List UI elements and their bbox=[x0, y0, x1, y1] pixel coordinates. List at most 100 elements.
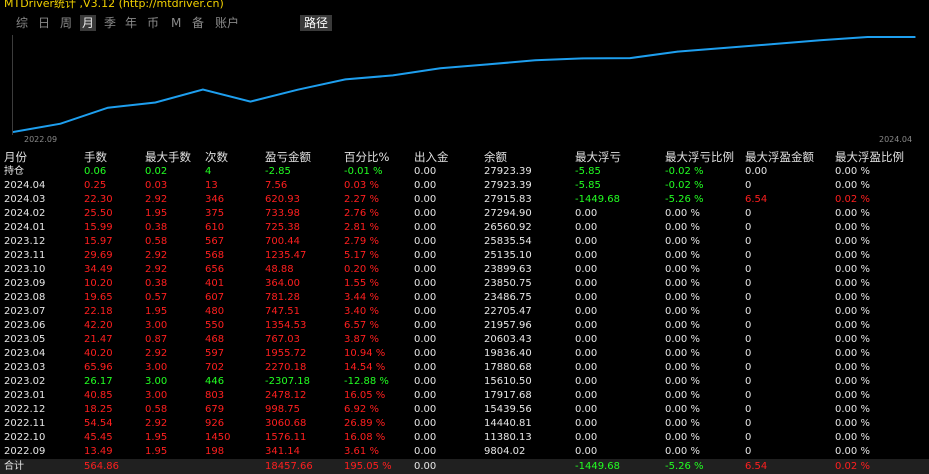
tab-magic[interactable]: M bbox=[171, 15, 181, 31]
cell-balance: 23850.75 bbox=[484, 278, 532, 289]
tab-month[interactable]: 月 bbox=[80, 15, 97, 31]
balance-point-2022.12 bbox=[154, 101, 157, 104]
tab-overview[interactable]: 综 bbox=[16, 15, 28, 31]
tab-notes[interactable]: 备 bbox=[192, 15, 204, 31]
cell-max-dd-pct: 0.00 % bbox=[665, 432, 700, 443]
cell-pnl: 781.28 bbox=[265, 292, 300, 303]
cell-trades: 1450 bbox=[205, 432, 231, 443]
tab-route[interactable]: 路径 bbox=[300, 15, 333, 31]
tab-account[interactable]: 账户 bbox=[215, 15, 239, 31]
cell-max-profit: 6.54 bbox=[745, 461, 768, 472]
balance-curve-chart bbox=[12, 35, 917, 135]
cell-max-profit-pct: 0.02 % bbox=[835, 461, 870, 472]
cell-max-dd-pct: -0.02 % bbox=[665, 166, 704, 177]
cell-deposit: 0.00 bbox=[414, 404, 437, 415]
cell-max-dd-pct: 0.00 % bbox=[665, 208, 700, 219]
cell-deposit: 0.00 bbox=[414, 306, 437, 317]
balance-point-2024.01 bbox=[771, 43, 774, 45]
cell-lots: 15.97 bbox=[84, 236, 113, 247]
balance-point-2024.03 bbox=[866, 36, 869, 38]
tab-year[interactable]: 年 bbox=[125, 15, 137, 31]
cell-lots: 22.30 bbox=[84, 194, 113, 205]
cell-max-dd: 0.00 bbox=[575, 376, 598, 387]
cell-balance: 27915.83 bbox=[484, 194, 532, 205]
cell-max-dd-pct: 0.00 % bbox=[665, 446, 700, 457]
cell-max-profit-pct: 0.00 % bbox=[835, 348, 870, 359]
cell-max-profit-pct: 0.00 % bbox=[835, 334, 870, 345]
cell-lots: 15.99 bbox=[84, 222, 113, 233]
balance-point-2023.11 bbox=[676, 50, 679, 53]
cell-max-profit: 0 bbox=[745, 278, 752, 289]
table-row: 2023.02 26.17 3.00 446 -2307.18 -12.88 % 0.00 1… bbox=[0, 375, 929, 389]
cell-max-dd-pct: 0.00 % bbox=[665, 404, 700, 415]
balance-point-2022.10 bbox=[59, 122, 62, 125]
cell-max-lots: 0.03 bbox=[145, 180, 168, 191]
cell-max-profit-pct: 0.00 % bbox=[835, 208, 870, 219]
cell-trades: 480 bbox=[205, 306, 225, 317]
cell-lots: 40.85 bbox=[84, 390, 113, 401]
tab-day[interactable]: 日 bbox=[38, 15, 50, 31]
cell-balance: 23486.75 bbox=[484, 292, 532, 303]
cell-max-profit-pct: 0.00 % bbox=[835, 446, 870, 457]
cell-deposit: 0.00 bbox=[414, 334, 437, 345]
table-row: 2023.08 19.65 0.57 607 781.28 3.44 % 0.00 23486… bbox=[0, 291, 929, 305]
table-row: 2022.10 45.45 1.95 1450 1576.11 16.08 % 0.00 11… bbox=[0, 431, 929, 445]
balance-point-2023.09 bbox=[581, 57, 584, 60]
cell-balance: 27923.39 bbox=[484, 166, 532, 177]
cell-lots: 65.96 bbox=[84, 362, 113, 373]
cell-percent: 0.20 % bbox=[344, 264, 379, 275]
cell-balance: 27923.39 bbox=[484, 180, 532, 191]
cell-max-dd-pct: 0.00 % bbox=[665, 278, 700, 289]
tab-symbol[interactable]: 币 bbox=[147, 15, 159, 31]
cell-max-profit-pct: 0.00 % bbox=[835, 236, 870, 247]
cell-lots: 54.54 bbox=[84, 418, 113, 429]
balance-point-2023.05 bbox=[392, 74, 394, 77]
cell-max-profit-pct: 0.00 % bbox=[835, 166, 870, 177]
cell-percent: 26.89 % bbox=[344, 418, 386, 429]
cell-max-profit-pct: 0.00 % bbox=[835, 292, 870, 303]
cell-max-profit: 0 bbox=[745, 320, 752, 331]
table-row: 2024.01 15.99 0.38 610 725.38 2.81 % 0.00 26560… bbox=[0, 221, 929, 235]
cell-pnl: 7.56 bbox=[265, 180, 288, 191]
cell-deposit: 0.00 bbox=[414, 236, 437, 247]
cell-max-profit-pct: 0.00 % bbox=[835, 250, 870, 261]
cell-max-dd-pct: 0.00 % bbox=[665, 334, 700, 345]
cell-trades: 567 bbox=[205, 236, 225, 247]
cell-trades: 550 bbox=[205, 320, 225, 331]
cell-lots: 13.49 bbox=[84, 446, 113, 457]
cell-balance: 19836.40 bbox=[484, 348, 532, 359]
cell-max-dd-pct: 0.00 % bbox=[665, 306, 700, 317]
cell-percent: 14.54 % bbox=[344, 362, 386, 373]
cell-deposit: 0.00 bbox=[414, 180, 437, 191]
balance-point-2024.04 bbox=[914, 36, 916, 38]
cell-max-dd: 0.00 bbox=[575, 390, 598, 401]
cell-percent: 2.27 % bbox=[344, 194, 379, 205]
cell-deposit: 0.00 bbox=[414, 194, 437, 205]
cell-max-dd: 0.00 bbox=[575, 208, 598, 219]
cell-pnl: 620.93 bbox=[265, 194, 300, 205]
cell-balance: 22705.47 bbox=[484, 306, 532, 317]
cell-max-dd: 0.00 bbox=[575, 432, 598, 443]
cell-lots: 10.20 bbox=[84, 278, 113, 289]
cell-max-lots: 2.92 bbox=[145, 348, 168, 359]
cell-lots: 45.45 bbox=[84, 432, 113, 443]
cell-max-lots: 3.00 bbox=[145, 376, 168, 387]
tab-quarter[interactable]: 季 bbox=[104, 15, 116, 31]
cell-balance: 17880.68 bbox=[484, 362, 532, 373]
cell-percent: 2.76 % bbox=[344, 208, 379, 219]
cell-max-dd: 0.00 bbox=[575, 264, 598, 275]
period-tabs: 综 日 周 月 季 年 币 M 备 账户 路径 bbox=[0, 13, 929, 33]
tab-week[interactable]: 周 bbox=[60, 15, 72, 31]
balance-point-2023.10 bbox=[629, 57, 631, 59]
cell-max-profit: 0 bbox=[745, 376, 752, 387]
cell-max-lots: 0.38 bbox=[145, 222, 168, 233]
cell-balance: 15439.56 bbox=[484, 404, 532, 415]
cell-max-dd-pct: 0.00 % bbox=[665, 376, 700, 387]
balance-point-2023.06 bbox=[439, 67, 442, 70]
cell-pnl: 1576.11 bbox=[265, 432, 307, 443]
balance-point-2023.08 bbox=[534, 59, 536, 62]
cell-max-profit: 0 bbox=[745, 390, 752, 401]
cell-balance: 27294.90 bbox=[484, 208, 532, 219]
table-row: 2023.12 15.97 0.58 567 700.44 2.79 % 0.00 25835… bbox=[0, 235, 929, 249]
cell-deposit: 0.00 bbox=[414, 362, 437, 373]
